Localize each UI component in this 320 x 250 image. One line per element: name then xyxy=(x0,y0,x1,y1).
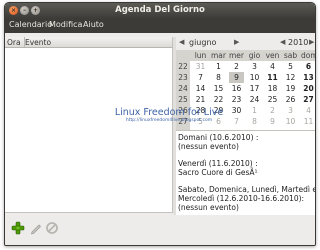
watermark: Linux Freedom for Live http://linuxfreed… xyxy=(109,107,229,123)
watermark-title: Linux Freedom for Live xyxy=(114,107,224,118)
calendar-day[interactable]: 13 xyxy=(301,72,315,83)
bottom-toolbar xyxy=(5,215,315,245)
next-year-button[interactable]: ▶ xyxy=(309,38,314,46)
prev-month-button[interactable]: ◀ xyxy=(179,38,184,46)
event-list-header: Ora Evento xyxy=(5,37,173,48)
prev-year-button[interactable]: ◀ xyxy=(280,38,285,46)
calendar-day[interactable]: 7 xyxy=(229,116,244,127)
calendar-day[interactable]: 2 xyxy=(229,61,244,72)
calendar-day[interactable]: 27 xyxy=(301,94,315,105)
calendar-day[interactable]: 2 xyxy=(265,105,280,116)
calendar-day[interactable]: 31 xyxy=(193,61,208,72)
edit-icon[interactable] xyxy=(29,221,43,235)
calendar-day[interactable]: 5 xyxy=(283,61,298,72)
week-number: 25 xyxy=(178,95,188,104)
calendar-day[interactable]: 20 xyxy=(301,83,315,94)
calendar-day[interactable]: 4 xyxy=(265,61,280,72)
menu-bar: Calendario Modifica Aiuto xyxy=(5,18,315,33)
column-header-ora[interactable]: Ora xyxy=(7,38,21,47)
menu-modifica[interactable]: Modifica xyxy=(49,20,82,29)
calendar-day[interactable]: 9 xyxy=(265,116,280,127)
weekday-label: mer xyxy=(229,51,245,60)
calendar-day[interactable]: 30 xyxy=(229,105,244,116)
calendar-month-label: giugno xyxy=(189,38,217,47)
delete-icon[interactable] xyxy=(45,221,59,235)
calendar-day[interactable]: 7 xyxy=(193,72,208,83)
window-title: Agenda Del Giorno xyxy=(115,5,205,15)
calendar-day[interactable]: 26 xyxy=(283,94,298,105)
calendar-day[interactable]: 1 xyxy=(211,61,226,72)
calendar-day[interactable]: 24 xyxy=(247,94,262,105)
calendar-day[interactable]: 25 xyxy=(265,94,280,105)
week-number: 24 xyxy=(178,84,188,93)
weekday-label: gio xyxy=(248,51,261,60)
upcoming-entry-tomorrow: Domani (10.6.2010) : (nessun evento) xyxy=(178,133,259,151)
calendar-day[interactable]: 22 xyxy=(211,94,226,105)
calendar-day[interactable]: 15 xyxy=(211,83,226,94)
calendar-year-label: 2010 xyxy=(288,38,309,47)
upcoming-events-panel: Domani (10.6.2010) : (nessun evento) Ven… xyxy=(176,130,315,215)
menu-calendario[interactable]: Calendario xyxy=(9,20,52,29)
weekday-label: ven xyxy=(265,51,280,60)
add-icon[interactable] xyxy=(11,221,25,235)
calendar-day[interactable]: 10 xyxy=(283,116,298,127)
calendar-day[interactable]: 8 xyxy=(211,72,226,83)
calendar-day[interactable]: 4 xyxy=(301,105,315,116)
week-number: 23 xyxy=(178,73,188,82)
calendar-day[interactable]: 3 xyxy=(283,105,298,116)
title-bar: × – + Agenda Del Giorno xyxy=(5,3,315,18)
event-list[interactable] xyxy=(5,48,173,213)
upcoming-entry-friday: Venerdì (11.6.2010) : Sacro Cuore di Ges… xyxy=(178,159,258,177)
calendar-day[interactable]: 21 xyxy=(193,94,208,105)
next-month-button[interactable]: ▶ xyxy=(234,38,239,46)
watermark-url: http://linuxfreedom4live.blogspot.com xyxy=(125,118,213,123)
calendar-header: ◀ giugno ▶ ◀ 2010 ▶ xyxy=(176,37,315,50)
weekday-label: lun xyxy=(194,51,207,60)
menu-aiuto[interactable]: Aiuto xyxy=(83,20,104,29)
calendar-day[interactable]: 3 xyxy=(247,61,262,72)
calendar-day[interactable]: 1 xyxy=(247,105,262,116)
upcoming-entry-weekend: Sabato, Domenica, Lunedì, Martedì e Merc… xyxy=(178,185,315,212)
week-number: 22 xyxy=(178,62,188,71)
calendar-day[interactable]: 14 xyxy=(193,83,208,94)
weekday-label: dom xyxy=(301,51,316,60)
calendar-day[interactable]: 8 xyxy=(247,116,262,127)
calendar-day[interactable]: 17 xyxy=(247,83,262,94)
calendar-day[interactable]: 11 xyxy=(265,72,280,83)
calendar-day[interactable]: 6 xyxy=(301,61,315,72)
calendar-day[interactable]: 11 xyxy=(301,116,315,127)
calendar-day[interactable]: 18 xyxy=(265,83,280,94)
calendar-day[interactable]: 16 xyxy=(229,83,244,94)
weekday-header-row: lun mar mer gio ven sab dom xyxy=(176,50,316,61)
calendar-day[interactable]: 23 xyxy=(229,94,244,105)
weekday-label: sab xyxy=(283,51,298,60)
calendar-day[interactable]: 12 xyxy=(283,72,298,83)
column-header-evento[interactable]: Evento xyxy=(25,38,51,47)
calendar-day[interactable]: 10 xyxy=(247,72,262,83)
calendar-day[interactable]: 19 xyxy=(283,83,298,94)
weekday-label: mar xyxy=(211,51,226,60)
calendar-day[interactable]: 9 xyxy=(229,72,244,83)
app-window: × – + Agenda Del Giorno Calendario Modif… xyxy=(4,2,316,246)
